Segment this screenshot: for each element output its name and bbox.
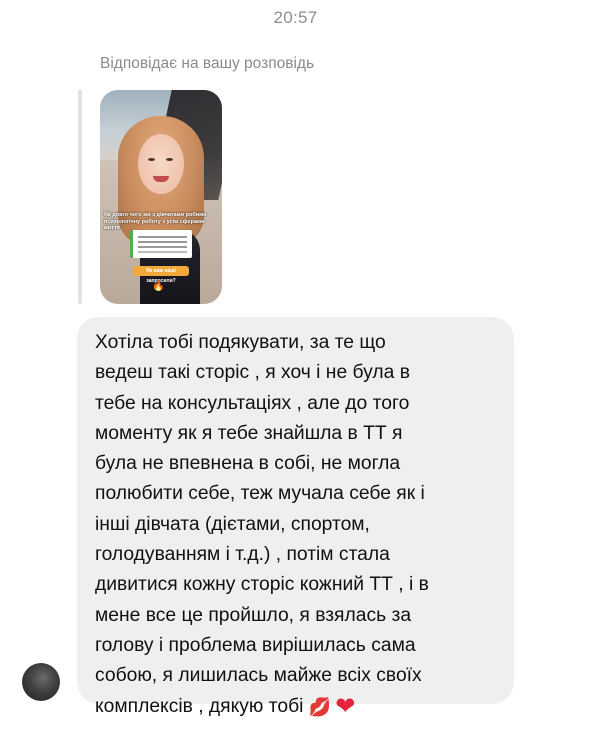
kiss-mark-emoji-icon: 💋 — [308, 696, 332, 717]
message-timestamp: 20:57 — [273, 8, 318, 27]
sender-avatar[interactable] — [22, 663, 60, 701]
red-heart-emoji-icon: ❤ — [335, 692, 356, 720]
reply-context-label: Відповідає на вашу розповідь — [100, 55, 315, 72]
message-text: Хотіла тобі подякувати, за те що ведеш т… — [95, 328, 496, 722]
story-text-card — [130, 230, 192, 258]
story-thumbnail[interactable]: Як довго чого ми з дівчатами робимо псих… — [100, 90, 222, 304]
fire-emoji-icon: 🔥 — [152, 281, 165, 292]
story-caption: Як довго чого ми з дівчатами робимо псих… — [104, 212, 207, 231]
story-question-sticker: Як вам наші запросили? — [133, 266, 189, 284]
story-person-eye-left — [148, 158, 155, 161]
reply-quote-bar — [78, 90, 82, 304]
story-person-eye-right — [166, 158, 173, 161]
story-person-face — [138, 134, 184, 194]
message-body: Хотіла тобі подякувати, за те що ведеш т… — [95, 332, 429, 717]
message-bubble[interactable]: Хотіла тобі подякувати, за те що ведеш т… — [77, 317, 514, 720]
